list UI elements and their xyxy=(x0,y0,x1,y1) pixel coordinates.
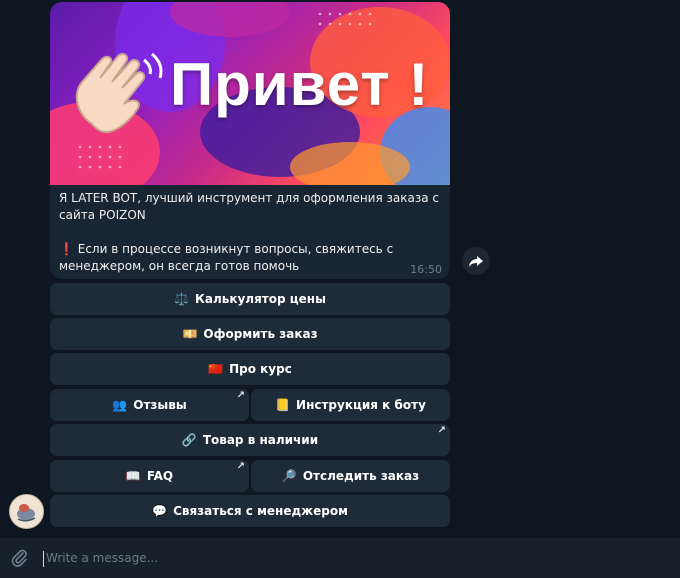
link-icon: 🔗 xyxy=(181,433,197,447)
message-time: 16:50 xyxy=(410,263,442,276)
place-order-button[interactable]: 💴 Оформить заказ xyxy=(50,318,450,350)
instruction-label: Инструкция к боту xyxy=(296,398,426,412)
notebook-icon: 📒 xyxy=(275,398,291,412)
text-cursor xyxy=(43,551,44,567)
reviews-label: Отзывы xyxy=(133,398,187,412)
scales-icon: ⚖️ xyxy=(174,292,190,306)
bot-avatar[interactable] xyxy=(9,494,44,529)
people-icon: 👥 xyxy=(112,398,128,412)
message-image[interactable]: Привет ! xyxy=(50,2,450,185)
message-text: Я LATER BOT, лучший инструмент для оформ… xyxy=(59,191,439,273)
track-order-button[interactable]: 🔎 Отследить заказ xyxy=(251,460,450,492)
chat-area: Привет ! Я LATER BOT, лучший инструмент … xyxy=(0,0,680,538)
faq-button[interactable]: 📖 FAQ ↗ xyxy=(50,460,249,492)
money-icon: 💴 xyxy=(182,327,198,341)
forward-icon xyxy=(469,256,483,267)
bot-message: Привет ! Я LATER BOT, лучший инструмент … xyxy=(50,2,450,279)
avatar-image xyxy=(10,495,43,528)
contact-manager-button[interactable]: 💬 Связаться с менеджером xyxy=(50,495,450,527)
forward-button[interactable] xyxy=(462,247,490,275)
contact-manager-label: Связаться с менеджером xyxy=(173,504,348,518)
course-label: Про курс xyxy=(229,362,292,376)
book-icon: 📖 xyxy=(125,469,141,483)
china-flag-icon: 🇨🇳 xyxy=(208,362,224,376)
reviews-button[interactable]: 👥 Отзывы ↗ xyxy=(50,389,249,421)
faq-label: FAQ xyxy=(146,469,174,483)
speech-bubble-icon: 💬 xyxy=(152,504,168,518)
in-stock-button[interactable]: 🔗 Товар в наличии ↗ xyxy=(50,424,450,456)
place-order-label: Оформить заказ xyxy=(203,327,318,341)
in-stock-label: Товар в наличии xyxy=(202,433,319,447)
message-input[interactable] xyxy=(46,548,646,568)
external-link-icon: ↗ xyxy=(437,425,446,436)
magnifier-icon: 🔎 xyxy=(281,469,297,483)
external-link-icon: ↗ xyxy=(236,390,245,401)
banner-title: Привет ! xyxy=(170,51,430,118)
track-order-label: Отследить заказ xyxy=(302,469,420,483)
instruction-button[interactable]: 📒 Инструкция к боту xyxy=(251,389,450,421)
attach-icon[interactable] xyxy=(10,548,30,568)
calculator-button[interactable]: ⚖️ Калькулятор цены xyxy=(50,283,450,315)
calculator-label: Калькулятор цены xyxy=(195,292,326,306)
message-input-bar xyxy=(0,538,680,578)
external-link-icon: ↗ xyxy=(236,461,245,472)
course-button[interactable]: 🇨🇳 Про курс xyxy=(50,353,450,385)
